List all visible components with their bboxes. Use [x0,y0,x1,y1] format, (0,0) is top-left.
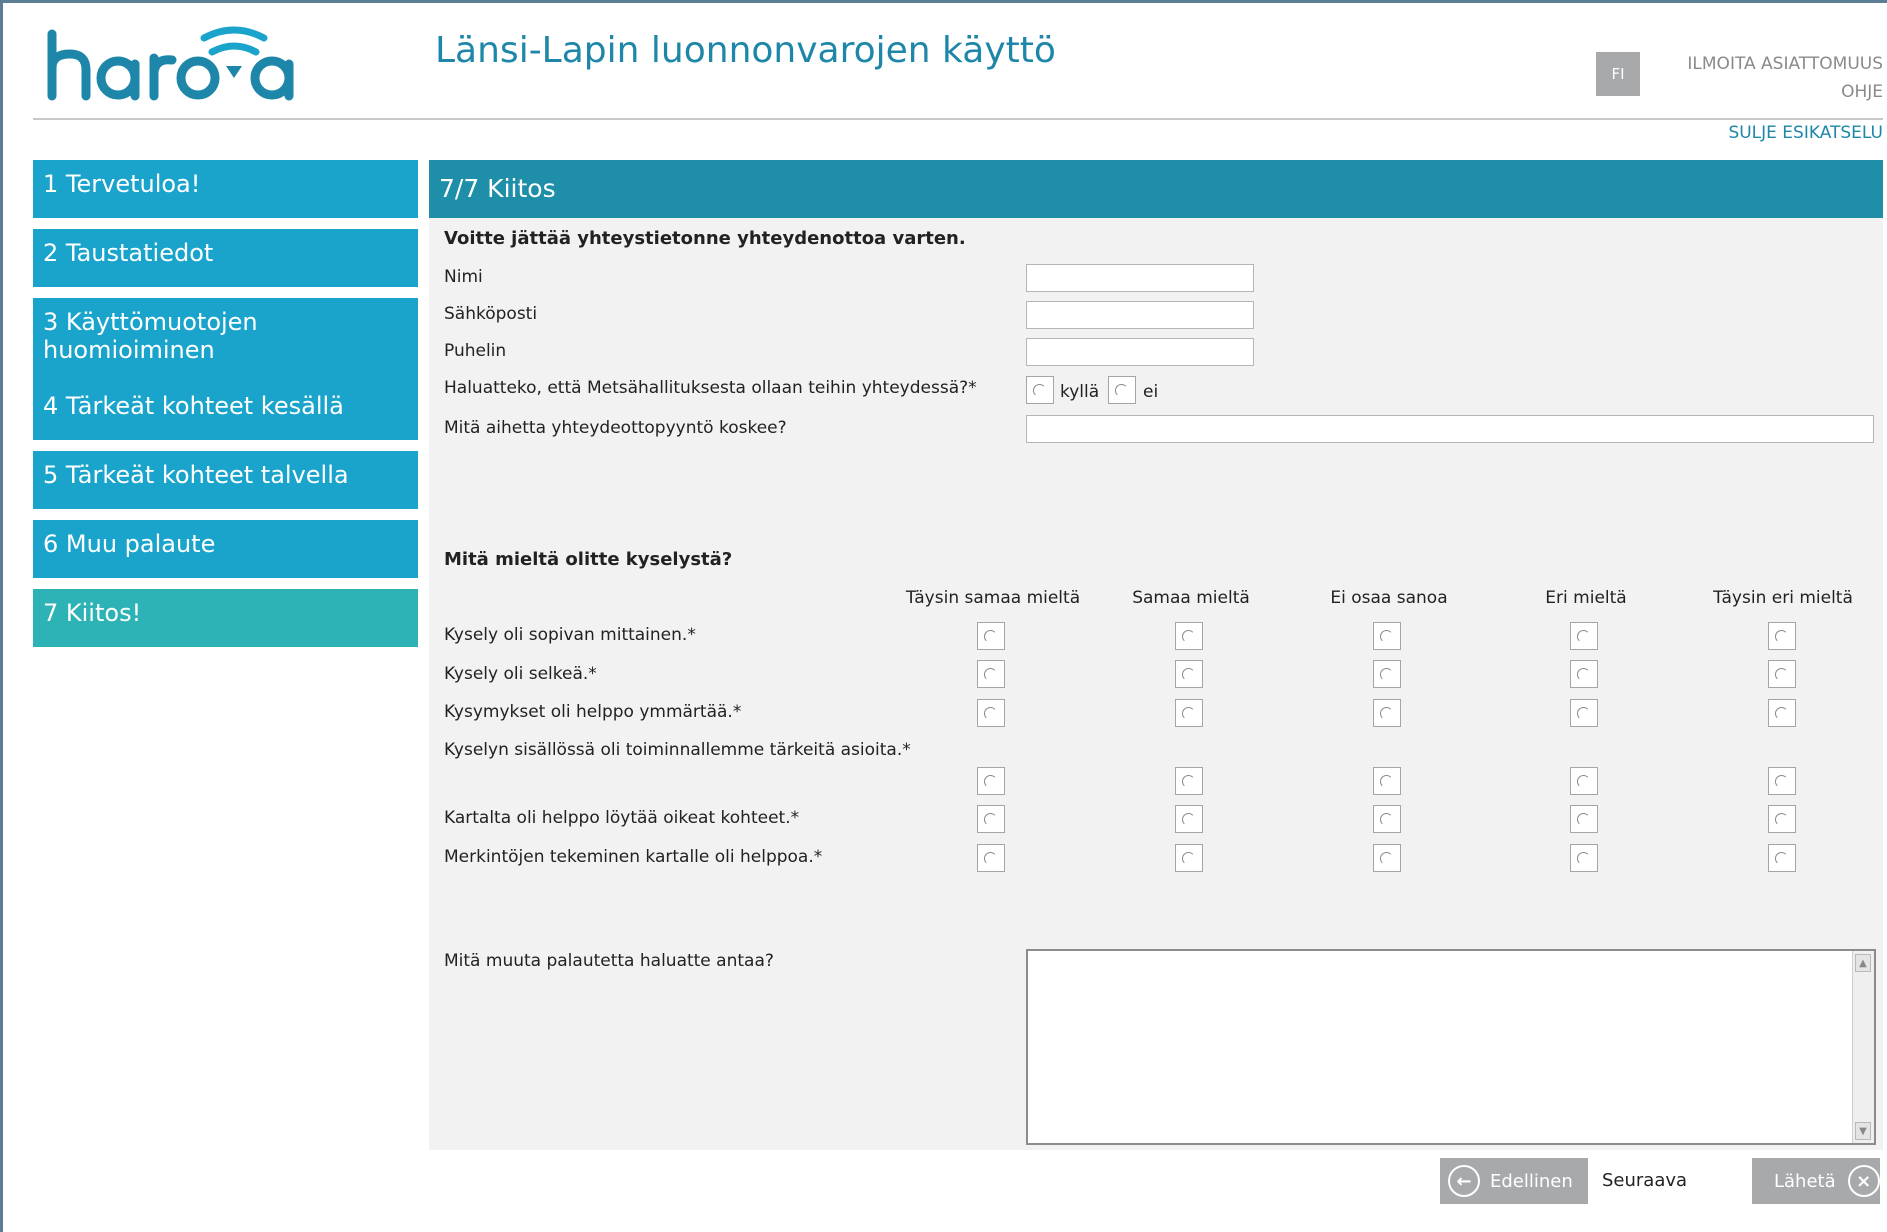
report-issue-link[interactable]: ILMOITA ASIATTOMUUS [1687,54,1883,74]
contact-yes-radio[interactable] [1026,376,1054,404]
contact-heading: Voitte jättää yhteystietonne yhteydenott… [444,228,966,249]
rating-radio[interactable] [977,622,1005,650]
feedback-scrollbar[interactable]: ▲ ▼ [1852,951,1874,1143]
scroll-down-icon[interactable]: ▼ [1855,1122,1871,1140]
form-panel: Voitte jättää yhteystietonne yhteydenott… [429,218,1883,1150]
rating-radio[interactable] [1768,660,1796,688]
contact-no-label: ei [1143,382,1159,402]
rating-radio[interactable] [977,660,1005,688]
scale-strongly-disagree: Täysin eri mieltä [1713,588,1853,608]
topic-question-label: Mitä aihetta yhteydeottopyyntö koskee? [444,418,787,438]
header-divider [33,118,1883,120]
contact-yes-label: kyllä [1060,382,1100,402]
contact-no-radio[interactable] [1108,376,1136,404]
feedback-question-label: Mitä muuta palautetta haluatte antaa? [444,951,774,971]
rating-radio[interactable] [1175,622,1203,650]
previous-button-label: Edellinen [1490,1170,1573,1192]
scroll-up-icon[interactable]: ▲ [1855,954,1871,972]
harava-logo [47,26,294,101]
rating-radio[interactable] [1570,622,1598,650]
rating-radio[interactable] [1373,622,1401,650]
rating-radio[interactable] [1768,767,1796,795]
survey-heading: Mitä mieltä olitte kyselystä? [444,549,733,570]
rating-radio[interactable] [977,844,1005,872]
name-input[interactable] [1026,264,1254,292]
scale-disagree: Eri mieltä [1545,588,1627,608]
email-input[interactable] [1026,301,1254,329]
topic-input[interactable] [1026,415,1874,443]
rating-radio[interactable] [1175,844,1203,872]
rating-radio[interactable] [977,767,1005,795]
feedback-textarea[interactable]: ▲ ▼ [1026,949,1876,1145]
next-button[interactable]: Seuraava [1602,1170,1687,1191]
contact-question-label: Haluatteko, että Metsähallituksesta olla… [444,378,977,398]
rating-radio[interactable] [1373,660,1401,688]
sidebar-item-thanks[interactable]: 7 Kiitos! [33,589,418,647]
rating-radio[interactable] [1373,805,1401,833]
rating-radio[interactable] [1768,844,1796,872]
close-preview-link[interactable]: SULJE ESIKATSELU [1728,123,1883,143]
statement-length-label: Kysely oli sopivan mittainen.* [444,625,696,645]
statement-relevant-content-label: Kyselyn sisällössä oli toiminnallemme tä… [444,740,911,760]
name-label: Nimi [444,267,483,287]
phone-label: Puhelin [444,341,507,361]
rating-radio[interactable] [977,699,1005,727]
send-button[interactable]: Lähetä × [1752,1158,1880,1204]
rating-radio[interactable] [977,805,1005,833]
language-button[interactable]: FI [1596,52,1640,96]
sidebar-item-other-feedback[interactable]: 6 Muu palaute [33,520,418,578]
rating-radio[interactable] [1373,699,1401,727]
rating-radio[interactable] [1175,660,1203,688]
rating-radio[interactable] [1768,805,1796,833]
rating-radio[interactable] [1175,767,1203,795]
sidebar-item-usage-forms[interactable]: 3 Käyttömuotojen huomioiminen [33,298,418,382]
rating-radio[interactable] [1570,660,1598,688]
statement-clarity-label: Kysely oli selkeä.* [444,664,597,684]
sidebar-item-background[interactable]: 2 Taustatiedot [33,229,418,287]
site-title: Länsi-Lapin luonnonvarojen käyttö [435,30,1056,71]
send-button-label: Lähetä [1774,1170,1836,1192]
rating-radio[interactable] [1570,805,1598,833]
page-title: 7/7 Kiitos [429,160,1883,218]
scale-strongly-agree: Täysin samaa mieltä [905,588,1081,608]
previous-button[interactable]: ← Edellinen [1440,1158,1588,1204]
email-label: Sähköposti [444,304,538,324]
sidebar-item-summer-sites[interactable]: 4 Tärkeät kohteet kesällä [33,382,418,440]
sidebar-item-winter-sites[interactable]: 5 Tärkeät kohteet talvella [33,451,418,509]
statement-understandable-label: Kysymykset oli helppo ymmärtää.* [444,702,742,722]
rating-radio[interactable] [1175,805,1203,833]
help-link[interactable]: OHJE [1841,82,1883,102]
scale-dont-know: Ei osaa sanoa [1330,588,1448,608]
sidebar-item-welcome[interactable]: 1 Tervetuloa! [33,160,418,218]
statement-map-marking-label: Merkintöjen tekeminen kartalle oli helpp… [444,847,823,867]
rating-radio[interactable] [1570,767,1598,795]
phone-input[interactable] [1026,338,1254,366]
rating-radio[interactable] [1373,767,1401,795]
rating-radio[interactable] [1175,699,1203,727]
statement-map-find-label: Kartalta oli helppo löytää oikeat kohtee… [444,808,800,828]
rating-radio[interactable] [1373,844,1401,872]
rating-radio[interactable] [1768,699,1796,727]
close-icon: × [1847,1165,1880,1197]
scale-agree: Samaa mieltä [1132,588,1250,608]
arrow-left-icon: ← [1448,1165,1480,1197]
rating-radio[interactable] [1570,699,1598,727]
rating-radio[interactable] [1768,622,1796,650]
rating-radio[interactable] [1570,844,1598,872]
